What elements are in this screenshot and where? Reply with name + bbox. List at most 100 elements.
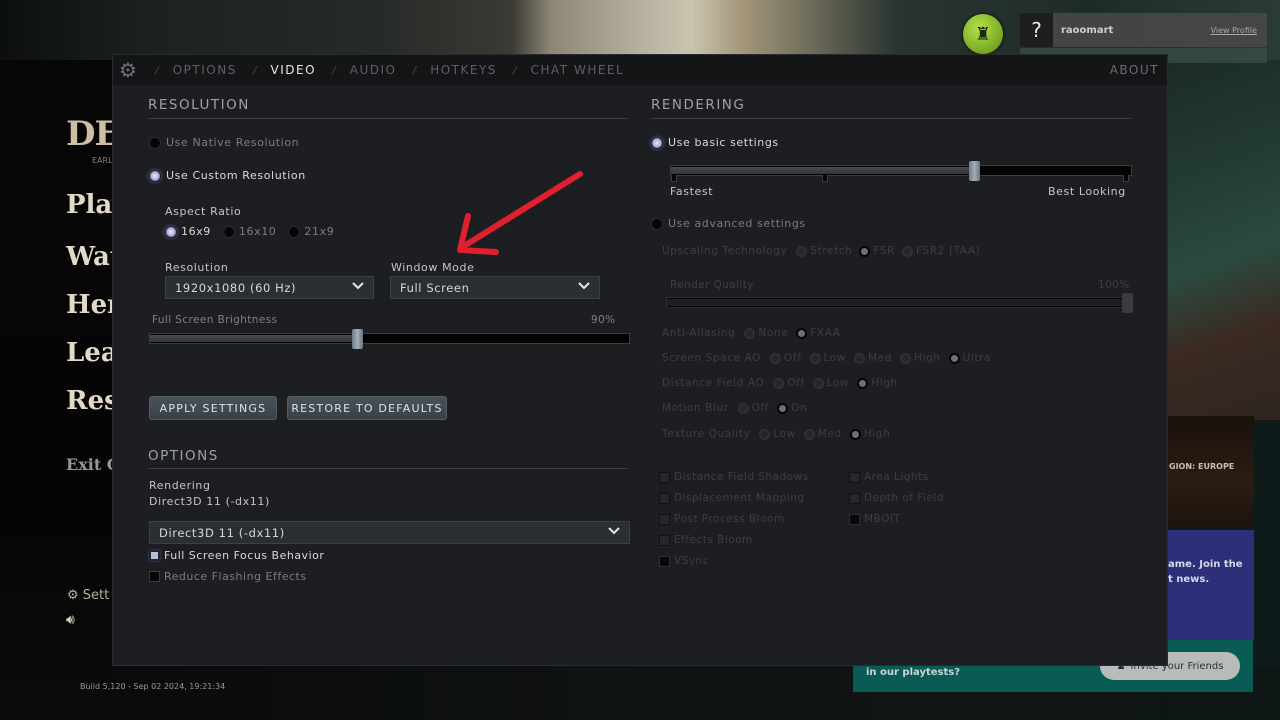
radio-button[interactable] bbox=[149, 136, 161, 149]
radio-option-high[interactable] bbox=[849, 428, 861, 440]
radio-option-med[interactable] bbox=[854, 352, 865, 364]
brightness-slider[interactable] bbox=[149, 329, 630, 349]
radio-option-none[interactable] bbox=[744, 327, 756, 339]
region-label: GION: EUROPE bbox=[1169, 462, 1235, 471]
advanced-settings-radio[interactable]: Use advanced settings bbox=[651, 217, 806, 230]
hero-badge-icon[interactable]: ♜ bbox=[963, 14, 1003, 54]
radio-option-ultra[interactable] bbox=[948, 352, 960, 364]
upscaling-stretch-radio[interactable] bbox=[796, 245, 808, 257]
render-quality-value: 100% bbox=[1098, 279, 1130, 291]
checkbox-checked[interactable] bbox=[659, 534, 670, 546]
tab-about[interactable]: ABOUT bbox=[1110, 63, 1159, 77]
news-promo-line1: ame. Join the bbox=[1168, 559, 1243, 570]
radio-option-off[interactable] bbox=[770, 352, 782, 364]
basic-settings-radio[interactable]: Use basic settings bbox=[651, 136, 779, 149]
checkbox-unchecked[interactable] bbox=[849, 513, 860, 525]
radio-button-selected[interactable] bbox=[149, 169, 161, 182]
annotation-arrow-icon bbox=[457, 171, 583, 255]
aspect-21x9-radio[interactable] bbox=[288, 225, 301, 238]
upscaling-fsr2-radio[interactable] bbox=[902, 245, 914, 257]
tab-video[interactable]: VIDEO bbox=[271, 63, 317, 77]
quality-preset-slider[interactable] bbox=[670, 161, 1132, 182]
avatar[interactable]: ? bbox=[1020, 13, 1053, 47]
radio-option-fxaa[interactable] bbox=[796, 327, 808, 339]
checkbox-label: VSync bbox=[674, 555, 709, 567]
resolution-section-title: RESOLUTION bbox=[148, 97, 250, 113]
radio-option-low[interactable] bbox=[812, 377, 824, 389]
aspect-16x9-label: 16x9 bbox=[181, 225, 211, 238]
radio-option-on[interactable] bbox=[777, 402, 789, 414]
divider bbox=[651, 118, 1131, 119]
upscaling-fsr-radio[interactable] bbox=[859, 245, 871, 257]
window-mode-value: Full Screen bbox=[400, 280, 470, 295]
checkbox-checked[interactable] bbox=[849, 492, 860, 504]
rendering-api-current: Direct3D 11 (-dx11) bbox=[149, 495, 270, 508]
view-profile-link[interactable]: View Profile bbox=[1211, 26, 1257, 35]
checkbox-checked[interactable] bbox=[849, 471, 860, 483]
radio-option-high[interactable] bbox=[857, 377, 869, 389]
region-promo bbox=[1168, 416, 1254, 528]
checkbox-label: Post Process Bloom bbox=[674, 513, 785, 525]
rendering-section-title: RENDERING bbox=[651, 97, 746, 113]
radio-button-selected[interactable] bbox=[651, 136, 663, 149]
checkbox-displacement-mapping[interactable]: Displacement Mapping bbox=[659, 492, 805, 504]
brightness-slider-thumb[interactable] bbox=[352, 329, 363, 349]
apply-settings-button[interactable]: APPLY SETTINGS bbox=[149, 396, 277, 420]
speaker-icon[interactable]: 🔊︎ bbox=[66, 612, 75, 628]
checkbox-label: Effects Bloom bbox=[674, 534, 753, 546]
checkbox-distance-field-shadows[interactable]: Distance Field Shadows bbox=[659, 471, 809, 483]
window-mode-label: Window Mode bbox=[391, 261, 475, 274]
aspect-16x9-radio[interactable] bbox=[165, 225, 177, 238]
radio-option-off[interactable] bbox=[737, 402, 749, 414]
window-mode-dropdown[interactable]: Full Screen bbox=[390, 276, 600, 299]
restore-defaults-button[interactable]: RESTORE TO DEFAULTS bbox=[287, 396, 447, 420]
tab-options[interactable]: OPTIONS bbox=[173, 63, 237, 77]
rendering-api-dropdown[interactable]: Direct3D 11 (-dx11) bbox=[149, 521, 630, 544]
main-menu-resources[interactable]: Res bbox=[66, 386, 119, 416]
checkbox-mboit[interactable]: MBOIT bbox=[849, 513, 900, 525]
render-quality-slider-thumb[interactable] bbox=[1122, 293, 1133, 313]
quality-preset-slider-thumb[interactable] bbox=[969, 161, 980, 181]
resolution-dropdown[interactable]: 1920x1080 (60 Hz) bbox=[165, 276, 374, 299]
build-info: Build 5,120 - Sep 02 2024, 19:21:34 bbox=[80, 682, 226, 691]
radio-group-motion-blur: Motion Blur Off On bbox=[662, 402, 812, 414]
checkbox-checked[interactable] bbox=[149, 550, 160, 561]
checkbox-post-process-bloom[interactable]: Post Process Bloom bbox=[659, 513, 785, 525]
upscaling-stretch-label: Stretch bbox=[810, 245, 853, 257]
slider-max-label: Best Looking bbox=[1048, 185, 1126, 198]
aspect-16x10-radio[interactable] bbox=[222, 225, 235, 238]
native-resolution-label: Use Native Resolution bbox=[166, 136, 300, 149]
full-screen-focus-checkbox[interactable]: Full Screen Focus Behavior bbox=[149, 549, 324, 562]
news-promo-line2: t news. bbox=[1168, 574, 1210, 585]
checkbox-checked[interactable] bbox=[659, 513, 670, 525]
native-resolution-radio[interactable]: Use Native Resolution bbox=[149, 136, 299, 149]
checkbox-checked[interactable] bbox=[659, 492, 670, 504]
checkbox-effects-bloom[interactable]: Effects Bloom bbox=[659, 534, 753, 546]
checkbox-area-lights[interactable]: Area Lights bbox=[849, 471, 929, 483]
checkbox-vsync[interactable]: VSync bbox=[659, 555, 709, 567]
checkbox-checked[interactable] bbox=[659, 471, 670, 483]
radio-option-off[interactable] bbox=[773, 377, 785, 389]
main-menu-settings[interactable]: ⚙ Sett bbox=[67, 588, 109, 603]
radio-group-screen-space-ao: Screen Space AO Off Low Med High Ultra bbox=[662, 352, 996, 364]
radio-option-low[interactable] bbox=[759, 428, 771, 440]
radio-option-high[interactable] bbox=[899, 352, 911, 364]
checkbox-unchecked[interactable] bbox=[659, 555, 670, 567]
radio-button[interactable] bbox=[651, 217, 663, 230]
tab-audio[interactable]: AUDIO bbox=[350, 63, 397, 77]
radio-group-distance-field-ao: Distance Field AO Off Low High bbox=[662, 377, 903, 389]
tab-hotkeys[interactable]: HOTKEYS bbox=[430, 63, 497, 77]
reduce-flashing-checkbox[interactable]: Reduce Flashing Effects bbox=[149, 570, 307, 583]
slider-min-label: Fastest bbox=[670, 185, 714, 198]
checkbox-unchecked[interactable] bbox=[149, 571, 160, 582]
settings-tab-bar: ⚙ / OPTIONS / VIDEO / AUDIO / HOTKEYS / … bbox=[113, 55, 1167, 85]
radio-option-low[interactable] bbox=[809, 352, 821, 364]
render-quality-slider[interactable] bbox=[666, 293, 1133, 313]
radio-group-anti-aliasing: Anti-Aliasing None FXAA bbox=[662, 327, 845, 339]
checkbox-depth-of-field[interactable]: Depth of Field bbox=[849, 492, 944, 504]
radio-option-med[interactable] bbox=[803, 428, 815, 440]
tab-chat-wheel[interactable]: CHAT WHEEL bbox=[531, 63, 625, 77]
brightness-label: Full Screen Brightness bbox=[152, 314, 278, 326]
upscaling-label: Upscaling Technology bbox=[662, 245, 788, 257]
custom-resolution-radio[interactable]: Use Custom Resolution bbox=[149, 169, 306, 182]
